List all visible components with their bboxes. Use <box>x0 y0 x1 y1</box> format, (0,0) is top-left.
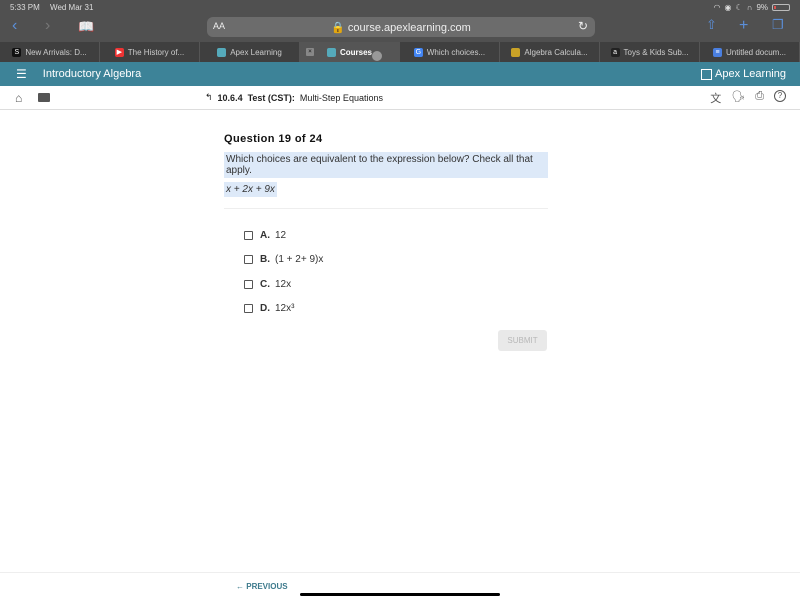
read-aloud-icon[interactable]: 🗣 <box>731 90 745 106</box>
forward-button[interactable]: › <box>45 17 50 35</box>
course-toolbar: ⌂ ↰ 10.6.4 Test (CST): Multi-Step Equati… <box>0 86 800 110</box>
browser-tab[interactable]: Apex Learning <box>200 42 300 62</box>
question-expression: x + 2x + 9x <box>224 182 277 197</box>
battery-percent: 9% <box>756 3 768 12</box>
browser-tab[interactable]: × Courses <box>300 42 400 62</box>
choice-letter: B. <box>260 254 270 266</box>
choice-letter: A. <box>260 229 270 241</box>
answer-choice[interactable]: D. 12x³ <box>244 297 548 322</box>
tab-favicon-icon: a <box>610 47 620 57</box>
touch-indicator <box>372 51 382 61</box>
status-date: Wed Mar 31 <box>50 3 94 12</box>
status-bar: 5:33 PM Wed Mar 31 <box>10 3 101 12</box>
share-icon[interactable]: ⇧ <box>706 17 717 33</box>
course-title: Introductory Algebra <box>42 68 142 80</box>
apex-logo-icon <box>701 68 713 80</box>
tab-label: Apex Learning <box>230 47 282 57</box>
status-time: 5:33 PM <box>10 3 40 12</box>
tab-favicon-icon <box>326 47 336 57</box>
section-type: Test (CST): <box>247 92 295 103</box>
reload-icon[interactable]: ↻ <box>578 19 588 33</box>
choice-letter: C. <box>260 278 270 290</box>
answer-choices: A. 12 B. (1 + 2+ 9)x C. 12x D. 12x³ <box>244 223 548 321</box>
browser-chrome: 5:33 PM Wed Mar 31 ◠ ◉ ☾ ∩ 9% ‹ › 📖 AA 🔒… <box>0 0 800 42</box>
tab-favicon-icon: G <box>413 47 423 57</box>
checkbox[interactable] <box>244 255 253 265</box>
checkbox[interactable] <box>244 230 253 240</box>
browser-tab[interactable]: ≡ Untitled docum... <box>700 42 800 62</box>
checkbox[interactable] <box>244 304 253 314</box>
brand-logo: Apex Learning <box>701 68 786 80</box>
tab-bar: S New Arrivals: D... ▶ The History of... Ape… <box>0 42 800 62</box>
tab-label: Algebra Calcula... <box>524 47 588 57</box>
browser-tab[interactable]: a Toys & Kids Sub... <box>600 42 700 62</box>
browser-tab[interactable]: S New Arrivals: D... <box>0 42 100 62</box>
address-bar[interactable]: AA 🔒 course.apexlearning.com ↻ <box>207 17 595 37</box>
browser-tab[interactable]: G Which choices... <box>400 42 500 62</box>
tab-label: Untitled docum... <box>725 47 787 57</box>
choice-letter: D. <box>260 303 270 315</box>
arrow-left-icon: ← <box>236 582 247 591</box>
question-prompt: Which choices are equivalent to the expr… <box>224 152 548 178</box>
tab-label: Toys & Kids Sub... <box>623 47 689 57</box>
menu-icon[interactable]: ☰ <box>16 67 27 81</box>
answer-choice[interactable]: C. 12x <box>244 272 548 297</box>
home-indicator <box>300 593 500 596</box>
submit-button[interactable]: SUBMIT <box>498 330 547 351</box>
question-panel: Question 19 of 24 Which choices are equi… <box>224 133 548 321</box>
url-text: course.apexlearning.com <box>347 22 471 34</box>
wifi-icon: ◠ <box>713 3 721 12</box>
home-icon[interactable]: ⌂ <box>15 91 22 105</box>
briefcase-icon[interactable] <box>38 93 50 102</box>
tab-label: Courses <box>339 47 372 57</box>
footer: ← PREVIOUS <box>0 572 800 600</box>
answer-choice[interactable]: B. (1 + 2+ 9)x <box>244 248 548 273</box>
tab-favicon-icon <box>511 47 521 57</box>
app-header: ☰ Introductory Algebra Apex Learning <box>0 62 800 86</box>
back-button[interactable]: ‹ <box>12 17 17 35</box>
toolbar-tools: 文 🗣 ⎙ ? <box>710 89 786 106</box>
lock-icon: 🔒 <box>331 22 345 34</box>
tabs-overview-icon[interactable]: ❐ <box>772 17 784 33</box>
choice-text: 12x³ <box>275 303 295 315</box>
question-number: Question 19 of 24 <box>224 133 323 145</box>
tab-label: The History of... <box>127 47 185 57</box>
translate-icon[interactable]: 文 <box>710 90 721 106</box>
battery-icon <box>772 4 790 11</box>
tab-favicon-icon: S <box>12 47 22 57</box>
status-icons: ◠ ◉ ☾ ∩ 9% <box>714 3 790 12</box>
browser-tab[interactable]: ▶ The History of... <box>100 42 200 62</box>
tab-label: Which choices... <box>426 47 486 57</box>
new-tab-icon[interactable]: + <box>739 17 748 35</box>
tab-label: New Arrivals: D... <box>25 47 87 57</box>
checkbox[interactable] <box>244 279 253 289</box>
bookmarks-icon[interactable]: 📖 <box>78 19 94 35</box>
choice-text: 12 <box>275 229 287 241</box>
previous-button[interactable]: ← PREVIOUS <box>236 582 288 591</box>
print-icon[interactable]: ⎙ <box>755 90 764 106</box>
browser-tab[interactable]: Algebra Calcula... <box>500 42 600 62</box>
help-icon[interactable]: ? <box>774 89 786 102</box>
section-number: 10.6.4 <box>217 92 243 103</box>
tab-favicon-icon: ▶ <box>114 47 124 57</box>
tab-favicon-icon: ≡ <box>712 47 722 57</box>
moon-icon: ☾ <box>735 3 743 12</box>
divider <box>224 208 548 209</box>
choice-text: 12x <box>275 278 292 290</box>
answer-choice[interactable]: A. 12 <box>244 223 548 248</box>
section-title: Multi-Step Equations <box>299 92 383 103</box>
tab-favicon-icon <box>217 47 227 57</box>
lock-rotation-icon: ◉ <box>724 3 732 12</box>
breadcrumb: ↰ 10.6.4 Test (CST): Multi-Step Equation… <box>205 92 383 103</box>
close-tab-icon[interactable]: × <box>306 48 314 56</box>
up-level-icon[interactable]: ↰ <box>205 92 213 103</box>
choice-text: (1 + 2+ 9)x <box>275 254 324 266</box>
headphones-icon: ∩ <box>746 3 753 12</box>
